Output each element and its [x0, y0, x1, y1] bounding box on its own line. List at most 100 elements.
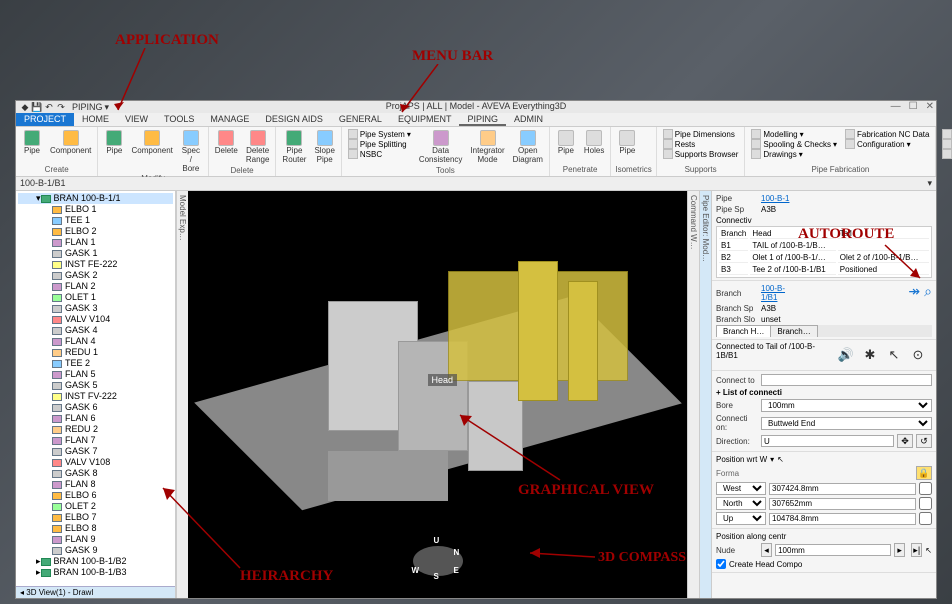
tab-branch-tail[interactable]: Branch…: [770, 325, 817, 337]
tree-item[interactable]: FLAN 8: [18, 479, 173, 490]
pipe-router-button[interactable]: Pipe Router: [280, 129, 308, 166]
table-row[interactable]: B1TAIL of /100-B-1/B…: [719, 241, 929, 251]
delete-button[interactable]: Delete: [213, 129, 240, 166]
create-component-button[interactable]: Component: [48, 129, 93, 165]
breadcrumb[interactable]: 100-B-1/B1 ▾: [16, 177, 936, 191]
fab-nc-button[interactable]: Fabrication NC Data: [843, 129, 931, 139]
minimize-button[interactable]: —: [891, 101, 901, 112]
tree-item[interactable]: OLET 1: [18, 292, 173, 303]
tree-item[interactable]: GASK 1: [18, 248, 173, 259]
pipe-link[interactable]: 100-B-1: [761, 194, 789, 203]
nudge-fwd-icon[interactable]: ▸: [894, 543, 905, 557]
tree-item[interactable]: INST FV-222: [18, 391, 173, 402]
nudge-end-icon[interactable]: ▸|: [911, 543, 922, 557]
nudge-input[interactable]: [775, 544, 891, 556]
integrator-mode-button[interactable]: Integrator Mode: [468, 129, 506, 166]
slope-pipe-button[interactable]: Slope Pipe: [312, 129, 336, 166]
position-cursor-icon[interactable]: ↖: [777, 455, 784, 464]
direction-pick-icon[interactable]: ✥: [897, 434, 913, 448]
tree-item[interactable]: ELBO 7: [18, 512, 173, 523]
tree-item[interactable]: REDU 1: [18, 347, 173, 358]
tree-item[interactable]: GASK 8: [18, 468, 173, 479]
configuration-button[interactable]: Configuration▾: [843, 139, 931, 149]
supports-browser-button[interactable]: Supports Browser: [661, 149, 741, 159]
model-explorer-tab[interactable]: Model Exp…: [176, 191, 188, 598]
nudge-back-icon[interactable]: ◂: [761, 543, 772, 557]
tree-item[interactable]: FLAN 7: [18, 435, 173, 446]
branch-link[interactable]: 100-B- 1/B1: [761, 284, 785, 302]
tree-footer[interactable]: ◂ 3D View(1) - Drawl: [16, 586, 175, 598]
tree-item[interactable]: FLAN 2: [18, 281, 173, 292]
iso-pipe-button[interactable]: Pipe: [615, 129, 639, 165]
tab-branch-head[interactable]: Branch H…: [716, 325, 771, 337]
qat-dropdown-icon[interactable]: ▾: [105, 102, 110, 113]
pipe-dimensions-button[interactable]: Pipe Dimensions: [661, 129, 741, 139]
delete-range-button[interactable]: Delete Range: [244, 129, 272, 166]
pipe-splitting-button[interactable]: Pipe Splitting: [346, 139, 413, 149]
tree-item[interactable]: ELBO 1: [18, 204, 173, 215]
undo-icon[interactable]: ↶: [44, 102, 54, 112]
connection-select[interactable]: Buttweld End: [761, 417, 932, 430]
tree-item[interactable]: FLAN 1: [18, 237, 173, 248]
up-select[interactable]: Up: [716, 512, 766, 525]
tab-manage[interactable]: MANAGE: [202, 113, 257, 126]
sound-icon[interactable]: 🔊: [836, 346, 856, 364]
create-head-checkbox[interactable]: [716, 559, 726, 569]
tab-home[interactable]: HOME: [74, 113, 117, 126]
modify-pipe-button[interactable]: Pipe: [102, 129, 126, 174]
drawings-button[interactable]: Drawings▾: [749, 149, 839, 159]
3d-compass[interactable]: U N E S W: [408, 538, 468, 583]
rests-button[interactable]: Rests: [661, 139, 741, 149]
pipe-system-button[interactable]: Pipe System▾: [346, 129, 413, 139]
up-lock[interactable]: [919, 512, 932, 525]
tree-branch[interactable]: ▸BRAN 100-B-1/B2: [18, 556, 173, 567]
direction-input[interactable]: [761, 435, 894, 447]
up-input[interactable]: [769, 513, 916, 525]
target-icon[interactable]: ⊙: [908, 346, 928, 364]
tree-item[interactable]: INST FE-222: [18, 259, 173, 270]
table-row[interactable]: B3Tee 2 of /100-B-1/B1Positioned: [719, 265, 929, 275]
tree-item[interactable]: GASK 4: [18, 325, 173, 336]
north-lock[interactable]: [919, 497, 932, 510]
spooling-button[interactable]: Spooling & Checks▾: [749, 139, 839, 149]
tree-item[interactable]: GASK 3: [18, 303, 173, 314]
3d-view[interactable]: Head U N E S W: [188, 191, 687, 598]
create-pipe-button[interactable]: Pipe: [20, 129, 44, 165]
redo-icon[interactable]: ↷: [56, 102, 66, 112]
tree-branch[interactable]: ▸BRAN 100-B-1/B3: [18, 567, 173, 578]
tree-item[interactable]: FLAN 6: [18, 413, 173, 424]
tree-item[interactable]: GASK 6: [18, 402, 173, 413]
spec-bore-button[interactable]: Spec / Bore: [178, 129, 204, 174]
maximize-button[interactable]: ☐: [909, 101, 918, 112]
bore-select[interactable]: 100mm: [761, 399, 932, 412]
connect-to-input[interactable]: [761, 374, 932, 386]
tree-item[interactable]: GASK 2: [18, 270, 173, 281]
tree-item[interactable]: REDU 2: [18, 424, 173, 435]
open-diagram-button[interactable]: Open Diagram: [511, 129, 545, 166]
table-row[interactable]: B2Olet 1 of /100-B-1/…Olet 2 of /100-B-1…: [719, 253, 929, 263]
autoroute-forward-icon[interactable]: ↠: [908, 283, 920, 300]
tree-item[interactable]: VALV V104: [18, 314, 173, 325]
tree-item[interactable]: FLAN 9: [18, 534, 173, 545]
psi-button[interactable]: Pipe Stress Interface: [940, 129, 952, 139]
tree-item[interactable]: ELBO 8: [18, 523, 173, 534]
position-dropdown-icon[interactable]: ▾: [770, 455, 774, 464]
tree-item[interactable]: OLET 2: [18, 501, 173, 512]
direction-reset-icon[interactable]: ↺: [916, 434, 932, 448]
tab-project[interactable]: PROJECT: [16, 113, 74, 126]
tree-item[interactable]: GASK 9: [18, 545, 173, 556]
tree-item[interactable]: ELBO 2: [18, 226, 173, 237]
west-input[interactable]: [769, 483, 916, 495]
autoroute-show-icon[interactable]: ⌕: [924, 283, 932, 300]
tab-general[interactable]: GENERAL: [331, 113, 390, 126]
tree-item[interactable]: GASK 7: [18, 446, 173, 457]
cursor-icon[interactable]: ↖: [884, 346, 904, 364]
tree-item[interactable]: TEE 2: [18, 358, 173, 369]
tab-design-aids[interactable]: DESIGN AIDS: [257, 113, 331, 126]
tab-admin[interactable]: ADMIN: [506, 113, 551, 126]
list-connections-toggle[interactable]: + List of connecti: [716, 388, 782, 397]
psi-defaults-button[interactable]: Modify PSI Defaults: [940, 139, 952, 149]
north-input[interactable]: [769, 498, 916, 510]
north-select[interactable]: North: [716, 497, 766, 510]
tab-piping[interactable]: PIPING: [459, 113, 506, 126]
